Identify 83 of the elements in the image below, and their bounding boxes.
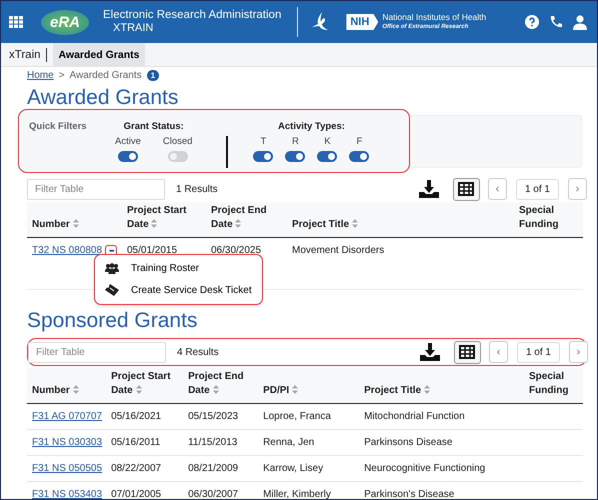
table-cell: 11/15/2013 bbox=[188, 437, 238, 448]
toggle-label: Active bbox=[115, 136, 141, 147]
nih-badge: NIH bbox=[346, 14, 378, 30]
table-cell: 08/21/2009 bbox=[188, 463, 238, 474]
table-cell: Miller, Kimberly bbox=[263, 489, 331, 499]
toggle-switch[interactable] bbox=[253, 151, 274, 162]
app-name[interactable]: xTrain bbox=[9, 48, 41, 60]
table-cell: Karrow, Lisey bbox=[263, 463, 324, 474]
user-icon[interactable] bbox=[573, 14, 587, 30]
column-toggle-button[interactable] bbox=[454, 340, 481, 364]
column-header[interactable]: Number bbox=[32, 218, 79, 232]
filter-field[interactable]: Filter Table bbox=[27, 178, 165, 200]
breadcrumb-current: Awarded Grants bbox=[70, 70, 142, 80]
download-icon[interactable] bbox=[420, 343, 440, 361]
group-title: Grant Status: bbox=[124, 121, 184, 132]
toggle-label: T bbox=[260, 136, 266, 147]
table-icon bbox=[458, 182, 474, 196]
grant-number-link[interactable]: F31 NS 030303 bbox=[32, 437, 102, 448]
previous-page-button[interactable]: ‹ bbox=[488, 341, 508, 363]
results-count: 4 Results bbox=[177, 346, 219, 358]
table-cell: 07/01/2005 bbox=[111, 489, 162, 499]
table-icon bbox=[459, 345, 476, 359]
quick-filters-label: Quick Filters bbox=[29, 121, 88, 134]
toggle-switch[interactable] bbox=[168, 151, 188, 162]
column-header[interactable]: Project Title bbox=[292, 218, 358, 232]
era-logo: eRA bbox=[41, 10, 90, 34]
table-cell: 08/22/2007 bbox=[111, 463, 162, 474]
nav-tab[interactable]: Awarded Grants bbox=[52, 43, 146, 66]
menu-item[interactable]: Training Roster bbox=[95, 258, 262, 279]
toggle-label: K bbox=[324, 136, 331, 147]
grant-number-link[interactable]: F31 NS 050505 bbox=[32, 463, 102, 474]
page-indicator: 1 of 1 bbox=[516, 178, 559, 200]
section-title: Sponsored Grants bbox=[27, 308, 198, 334]
table-cell: 05/01/2015 bbox=[127, 245, 178, 256]
table-cell: 06/30/2025 bbox=[211, 245, 262, 256]
count-badge: 1 bbox=[146, 70, 160, 80]
column-header: Special Funding bbox=[529, 370, 570, 398]
next-page-button[interactable]: › bbox=[569, 341, 588, 363]
previous-page-button[interactable]: ‹ bbox=[488, 178, 507, 200]
results-count: 1 Results bbox=[176, 184, 218, 194]
phone-icon[interactable] bbox=[549, 15, 563, 29]
grant-number-link[interactable]: F31 NS 053403 bbox=[32, 489, 102, 499]
grant-number-link[interactable]: F31 AG 070707 bbox=[32, 411, 102, 422]
eagle-icon bbox=[310, 11, 330, 33]
column-header[interactable]: Project Title bbox=[364, 384, 430, 398]
apps-grid-icon[interactable] bbox=[9, 16, 23, 28]
toggle-switch[interactable] bbox=[118, 151, 138, 162]
people-icon bbox=[105, 263, 119, 274]
menu-item[interactable]: Create Service Desk Ticket bbox=[95, 279, 262, 301]
app-title: Electronic Research Administration bbox=[103, 9, 282, 22]
app-subtitle: XTRAIN bbox=[112, 22, 154, 35]
download-icon[interactable] bbox=[418, 180, 439, 198]
table-cell: Loproe, Franca bbox=[263, 411, 331, 422]
toggle-switch[interactable] bbox=[285, 151, 306, 162]
toggle-switch[interactable] bbox=[349, 151, 370, 162]
table-cell: Neurocognitive Functioning bbox=[364, 463, 486, 474]
table-cell: 06/30/2007 bbox=[188, 489, 238, 499]
filter-field[interactable]: Filter Table bbox=[28, 342, 166, 362]
table-cell: 05/16/2021 bbox=[111, 411, 162, 422]
page-indicator: 1 of 1 bbox=[516, 342, 560, 362]
breadcrumb-link[interactable]: Home bbox=[27, 70, 54, 80]
toggle-label: R bbox=[292, 136, 299, 147]
table-cell: Parkinson's Disease bbox=[364, 489, 454, 499]
column-header: Special Funding bbox=[519, 204, 560, 232]
column-header[interactable]: PD/PI bbox=[263, 384, 298, 398]
breadcrumb-separator: > bbox=[58, 70, 65, 80]
group-title: Activity Types: bbox=[278, 121, 345, 132]
table-cell: 05/16/2011 bbox=[111, 437, 160, 448]
help-icon[interactable] bbox=[525, 15, 539, 29]
grant-number-link[interactable]: T32 NS 080808 bbox=[32, 244, 102, 258]
section-title: Awarded Grants bbox=[27, 85, 180, 111]
nih-name: National Institutes of Health bbox=[382, 12, 486, 22]
table-cell: Parkinsons Disease bbox=[364, 437, 452, 448]
ticket-icon bbox=[105, 284, 119, 296]
toggle-switch[interactable] bbox=[317, 151, 338, 162]
table-cell: Movement Disorders bbox=[292, 245, 384, 256]
table-cell: 05/15/2023 bbox=[188, 411, 238, 422]
table-cell: Mitochondrial Function bbox=[364, 411, 465, 422]
toggle-label: Closed bbox=[162, 136, 192, 147]
column-toggle-button[interactable] bbox=[452, 178, 480, 200]
table-cell: Renna, Jen bbox=[263, 437, 314, 448]
next-page-button[interactable]: › bbox=[568, 178, 587, 200]
toggle-label: F bbox=[356, 136, 362, 147]
